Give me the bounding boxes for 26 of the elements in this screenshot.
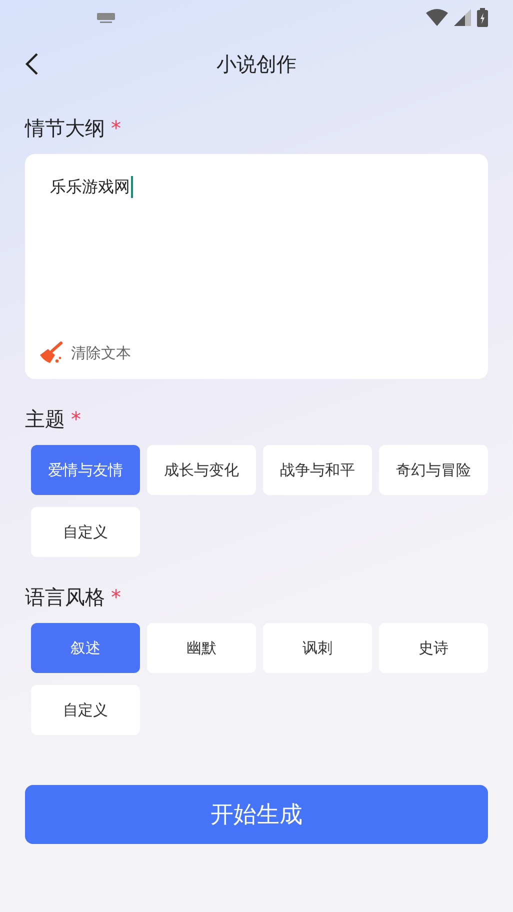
option-chip[interactable]: 成长与变化 xyxy=(147,445,256,495)
page-title: 小说创作 xyxy=(216,50,296,78)
option-chip[interactable]: 自定义 xyxy=(31,507,140,557)
required-mark: * xyxy=(111,585,121,609)
section-label: 情节大纲 xyxy=(25,114,105,142)
option-chip[interactable]: 奇幻与冒险 xyxy=(379,445,488,495)
clear-text-link[interactable]: 清除文本 xyxy=(71,344,131,362)
option-chip[interactable]: 叙述 xyxy=(31,623,140,673)
option-chip[interactable]: 幽默 xyxy=(147,623,256,673)
signal-icon xyxy=(454,8,471,26)
battery-icon xyxy=(477,8,488,26)
generate-button[interactable]: 开始生成 xyxy=(25,785,488,844)
required-mark: * xyxy=(111,116,121,140)
option-chip[interactable]: 史诗 xyxy=(379,623,488,673)
option-chip[interactable]: 讽刺 xyxy=(263,623,372,673)
option-chip[interactable]: 战争与和平 xyxy=(263,445,372,495)
section-label: 语言风格 xyxy=(25,584,105,610)
option-chip[interactable]: 爱情与友情 xyxy=(31,445,140,495)
section-label: 主题 xyxy=(25,406,65,432)
back-icon[interactable] xyxy=(25,52,39,76)
keyboard-icon xyxy=(97,13,115,23)
wifi-icon xyxy=(426,8,448,26)
option-chip[interactable]: 自定义 xyxy=(31,685,140,735)
outline-field[interactable]: 乐乐游戏网 xyxy=(39,176,133,198)
broom-icon[interactable] xyxy=(39,341,63,365)
required-mark: * xyxy=(71,407,81,431)
